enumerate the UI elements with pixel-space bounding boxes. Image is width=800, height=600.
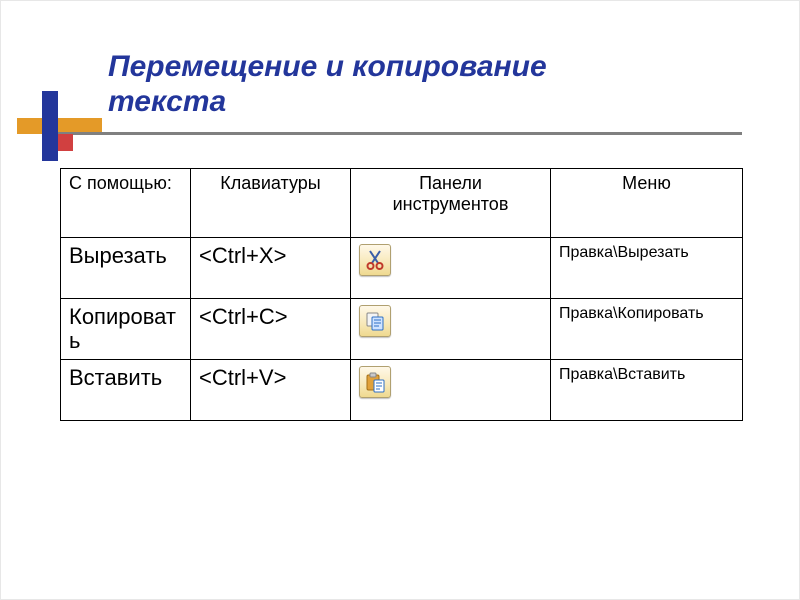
- paste-icon: [364, 371, 386, 393]
- copy-icon: [364, 310, 386, 332]
- menu-copy: Правка\Копировать: [551, 299, 743, 360]
- paste-button[interactable]: [359, 366, 391, 398]
- action-copy: Копировать: [61, 299, 191, 360]
- copy-button[interactable]: [359, 305, 391, 337]
- title-line-2: текста: [108, 85, 226, 118]
- header-keyboard: Клавиатуры: [191, 169, 351, 238]
- toolbar-paste-cell: [351, 360, 551, 421]
- key-paste: <Ctrl+V>: [191, 360, 351, 421]
- slide: Перемещение и копирование текста С помощ…: [0, 0, 800, 600]
- key-cut: <Ctrl+X>: [191, 238, 351, 299]
- slide-title: Перемещение и копирование текста: [108, 50, 708, 119]
- table-row: Вырезать <Ctrl+X> Правка\Вырезать: [61, 238, 743, 299]
- menu-cut: Правка\Вырезать: [551, 238, 743, 299]
- cut-button[interactable]: [359, 244, 391, 276]
- decor-red-block: [57, 134, 73, 151]
- header-using: С помощью:: [61, 169, 191, 238]
- key-copy: <Ctrl+C>: [191, 299, 351, 360]
- header-menu: Меню: [551, 169, 743, 238]
- scissors-icon: [364, 249, 386, 271]
- action-paste: Вставить: [61, 360, 191, 421]
- table-row: Копировать <Ctrl+C> Правка\Копировать: [61, 299, 743, 360]
- title-line-1: Перемещение и копирование: [108, 50, 547, 83]
- toolbar-copy-cell: [351, 299, 551, 360]
- decor-navy-block: [42, 91, 58, 161]
- table-header-row: С помощью: Клавиатуры Панели инструменто…: [61, 169, 743, 238]
- menu-paste: Правка\Вставить: [551, 360, 743, 421]
- toolbar-cut-cell: [351, 238, 551, 299]
- action-cut: Вырезать: [61, 238, 191, 299]
- header-toolbar: Панели инструментов: [351, 169, 551, 238]
- table-row: Вставить <Ctrl+V> Правка\Вст: [61, 360, 743, 421]
- decor-gray-line: [42, 132, 742, 135]
- shortcuts-table: С помощью: Клавиатуры Панели инструменто…: [60, 168, 743, 421]
